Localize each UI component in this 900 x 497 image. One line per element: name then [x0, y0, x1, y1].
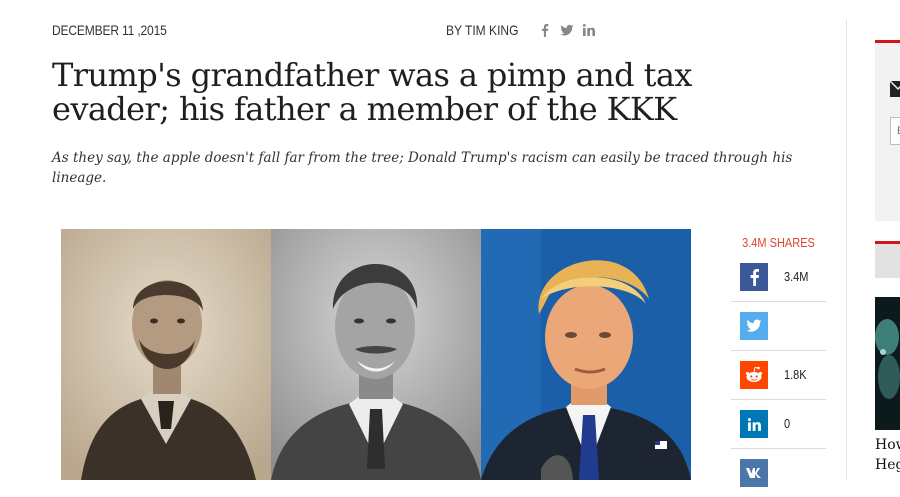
- email-field[interactable]: [890, 117, 900, 145]
- share-total: 3.4M SHARES: [742, 236, 815, 250]
- linkedin-share-button[interactable]: [740, 410, 768, 438]
- article-title: Trump's grandfather was a pimp and tax e…: [52, 56, 692, 128]
- twitter-icon: [746, 319, 762, 332]
- reddit-count: 1.8K: [784, 368, 807, 382]
- facebook-count: 3.4M: [784, 270, 809, 284]
- share-reddit[interactable]: 1.8K: [731, 351, 826, 400]
- article-date: DECEMBER 11 ,2015: [52, 22, 167, 38]
- father-photo: [271, 229, 481, 480]
- share-twitter[interactable]: [731, 302, 826, 351]
- twitter-icon[interactable]: [560, 23, 574, 37]
- linkedin-icon: [747, 417, 761, 431]
- reddit-icon: [745, 366, 763, 382]
- sidebar-article-thumbnail[interactable]: [875, 297, 900, 430]
- facebook-icon: [750, 269, 759, 286]
- byline: BY TIM KING: [446, 22, 596, 38]
- share-facebook[interactable]: 3.4M: [731, 253, 826, 302]
- vk-icon: [746, 468, 761, 478]
- share-panel: 3.4M SHARES 3.4M 1.8K 0: [731, 229, 826, 497]
- facebook-share-button[interactable]: [740, 263, 768, 291]
- author-name[interactable]: BY TIM KING: [446, 22, 518, 38]
- share-linkedin[interactable]: 0: [731, 400, 826, 449]
- vk-share-button[interactable]: [740, 459, 768, 487]
- linkedin-icon[interactable]: [582, 23, 596, 37]
- reddit-share-button[interactable]: [740, 361, 768, 389]
- facebook-icon[interactable]: [538, 23, 552, 37]
- envelope-icon: [889, 80, 900, 103]
- sidebar-divider: [846, 20, 847, 480]
- section-header: [875, 244, 900, 278]
- share-vk[interactable]: [731, 449, 826, 497]
- sidebar-article-title-line: Heg: [875, 457, 900, 473]
- article-subtitle: As they say, the apple doesn't fall far …: [52, 150, 793, 186]
- sidebar-article-title[interactable]: How Heg: [875, 435, 900, 475]
- grandfather-photo: [61, 229, 271, 480]
- linkedin-count: 0: [784, 417, 791, 431]
- hero-image: [61, 229, 691, 480]
- twitter-share-button[interactable]: [740, 312, 768, 340]
- donald-trump-photo: [481, 229, 691, 480]
- sidebar-article-title-line: How: [875, 437, 900, 453]
